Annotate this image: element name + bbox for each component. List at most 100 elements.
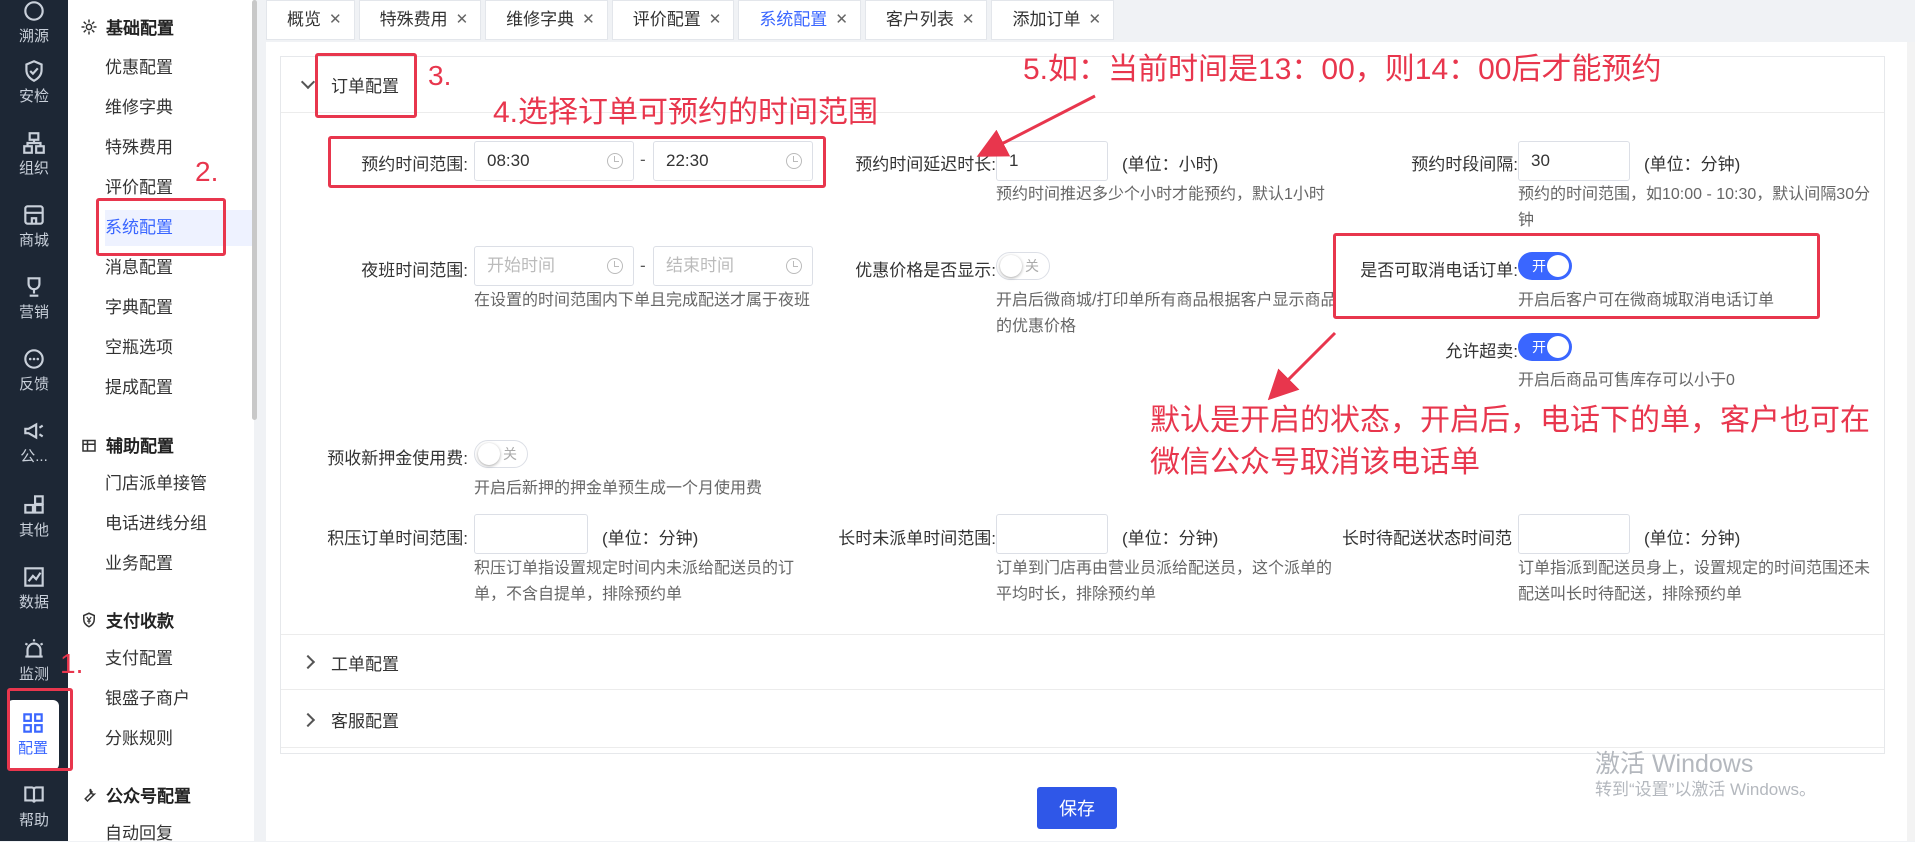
tab-overview[interactable]: 概览 ✕ [266,0,355,40]
annotation-box-cancel-phone [1333,233,1820,319]
rail-item-store[interactable]: 商城 [0,192,68,262]
menu-group-official[interactable]: 公众号配置 [80,782,191,807]
close-icon[interactable]: ✕ [582,0,595,41]
deposit-toggle[interactable]: 关 [474,440,528,468]
clock-icon [786,258,802,274]
rail-label: 营销 [18,304,49,321]
menu-item-ys-merchant[interactable]: 银盛子商户 [105,681,254,717]
wrench-icon [84,788,97,802]
tab-customers[interactable]: 客户列表 ✕ [864,0,988,41]
deposit-help: 开启后新押的押金单预生成一个月使用费 [474,480,763,497]
range-separator: - [640,256,646,275]
menu-item-dict[interactable]: 字典配置 [105,290,254,326]
waiting-label: 长时待配送状态时间范 [1342,529,1512,548]
tab-label: 系统配置 [759,10,828,29]
menu-item-special-fee[interactable]: 特殊费用 [105,130,254,166]
menu-item-empty-bottle[interactable]: 空瓶选项 [105,330,254,366]
tab-add-order[interactable]: 添加订单 ✕ [991,0,1115,41]
tab-bar: 概览 ✕ 特殊费用 ✕ 维修字典 ✕ 评价配置 ✕ 系统配置 ✕ 客户列表 ✕ 添加订单 ✕ [266,0,1118,40]
menu-group-assist[interactable]: 辅助配置 [80,432,174,457]
megaphone-icon [24,422,44,440]
close-icon[interactable]: ✕ [709,0,722,41]
chevron-right-icon [300,712,316,727]
interval-input[interactable]: 30 [1518,141,1630,181]
menu-item-pay-config[interactable]: 支付配置 [105,641,254,677]
rail-label: 监测 [18,666,49,683]
menu-group-basic[interactable]: 基础配置 [80,14,174,39]
rail-item-help[interactable]: 帮助 [0,772,68,842]
night-help: 在设置的时间范围内下单且完成配送才属于夜班 [474,292,811,309]
oversell-toggle[interactable]: 开 [1518,333,1572,361]
rail-item-announce[interactable]: 公... [0,408,68,478]
menu-item-repair-dict[interactable]: 维修字典 [105,90,254,126]
annotation-box-booking-range [328,136,826,188]
chevron-down-icon [300,74,316,89]
config-menu: 基础配置 优惠配置 维修字典 特殊费用 评价配置 系统配置 消息配置 字典配置 … [68,0,254,841]
book-icon [24,786,44,803]
deposit-label: 预收新押金使用费: [327,449,468,468]
rail-item-org[interactable]: 组织 [0,120,68,190]
trace-icon [24,1,44,21]
menu-item-commission[interactable]: 提成配置 [105,370,254,406]
discount-label: 优惠价格是否显示: [855,261,996,280]
close-icon[interactable]: ✕ [835,0,848,41]
close-icon[interactable]: ✕ [1088,0,1101,41]
rail-item-monitor[interactable]: 监测 [0,626,68,696]
save-button[interactable]: 保存 [1037,787,1117,829]
night-start-placeholder: 开始时间 [487,256,555,275]
night-end-placeholder: 结束时间 [666,256,734,275]
content-scrollbar[interactable] [1907,42,1915,841]
rail-label: 其他 [18,522,49,539]
discount-toggle[interactable]: 关 [996,252,1050,280]
rail-item-data[interactable]: 数据 [0,554,68,624]
undispatched-input[interactable] [996,514,1108,554]
tab-system[interactable]: 系统配置 ✕ [738,0,861,40]
annotation-step-3: 3. [428,60,452,91]
section-service-config[interactable]: 客服配置 [281,692,1884,748]
backlog-input[interactable] [474,514,588,554]
clock-icon [607,258,623,274]
apps-icon [24,495,44,514]
chevron-right-icon [300,654,316,670]
menu-item-split-rule[interactable]: 分账规则 [105,721,254,757]
close-icon[interactable]: ✕ [456,0,469,41]
menu-item-store-dispatch[interactable]: 门店派单接管 [105,466,254,502]
org-icon [23,132,45,154]
rail-item-marketing[interactable]: 营销 [0,264,68,334]
menu-group-payment[interactable]: 支付收款 [80,607,174,632]
backlog-unit: (单位：分钟) [602,529,699,548]
rail-item-feedback[interactable]: 反馈 [0,336,68,406]
night-start-input[interactable]: 开始时间 [474,246,634,286]
annotation-step-2: 2. [195,156,219,187]
menu-item-business[interactable]: 业务配置 [105,546,254,582]
undispatched-unit: (单位：分钟) [1122,529,1219,548]
annotation-box-config [7,688,73,771]
annotation-box-order-config [315,53,417,118]
chart-icon [24,567,44,587]
interval-value: 30 [1531,151,1550,170]
tab-repair-dict[interactable]: 维修字典 ✕ [485,0,608,40]
menu-item-discount[interactable]: 优惠配置 [105,50,254,86]
close-icon[interactable]: ✕ [329,0,342,41]
close-icon[interactable]: ✕ [962,0,975,41]
waiting-input[interactable] [1518,514,1630,554]
section-title: 工单配置 [331,654,399,674]
delay-unit: (单位：小时) [1122,155,1219,174]
night-end-input[interactable]: 结束时间 [653,246,813,286]
section-work-order-config[interactable]: 工单配置 [281,634,1884,690]
rail-item-safety[interactable]: 安检 [0,48,68,118]
interval-label: 预约时段间隔: [1411,155,1518,174]
rail-label: 组织 [18,160,49,177]
menu-item-phone-group[interactable]: 电话进线分组 [105,506,254,542]
rail-label: 反馈 [18,376,49,393]
chat-icon [24,349,44,369]
delay-input[interactable]: 1 [996,141,1108,181]
menu-item-auto-reply[interactable]: 自动回复 [105,816,254,841]
menu-scrollbar[interactable] [252,0,257,420]
rail-item-other[interactable]: 其他 [0,482,68,552]
menu-group-title: 基础配置 [106,19,174,38]
building-icon [82,439,96,452]
tab-special-fee[interactable]: 特殊费用 ✕ [358,0,482,41]
annotation-step-5: 5.如：当前时间是13：00，则14：00后才能预约 [1023,53,1662,86]
tab-review[interactable]: 评价配置 ✕ [611,0,735,41]
